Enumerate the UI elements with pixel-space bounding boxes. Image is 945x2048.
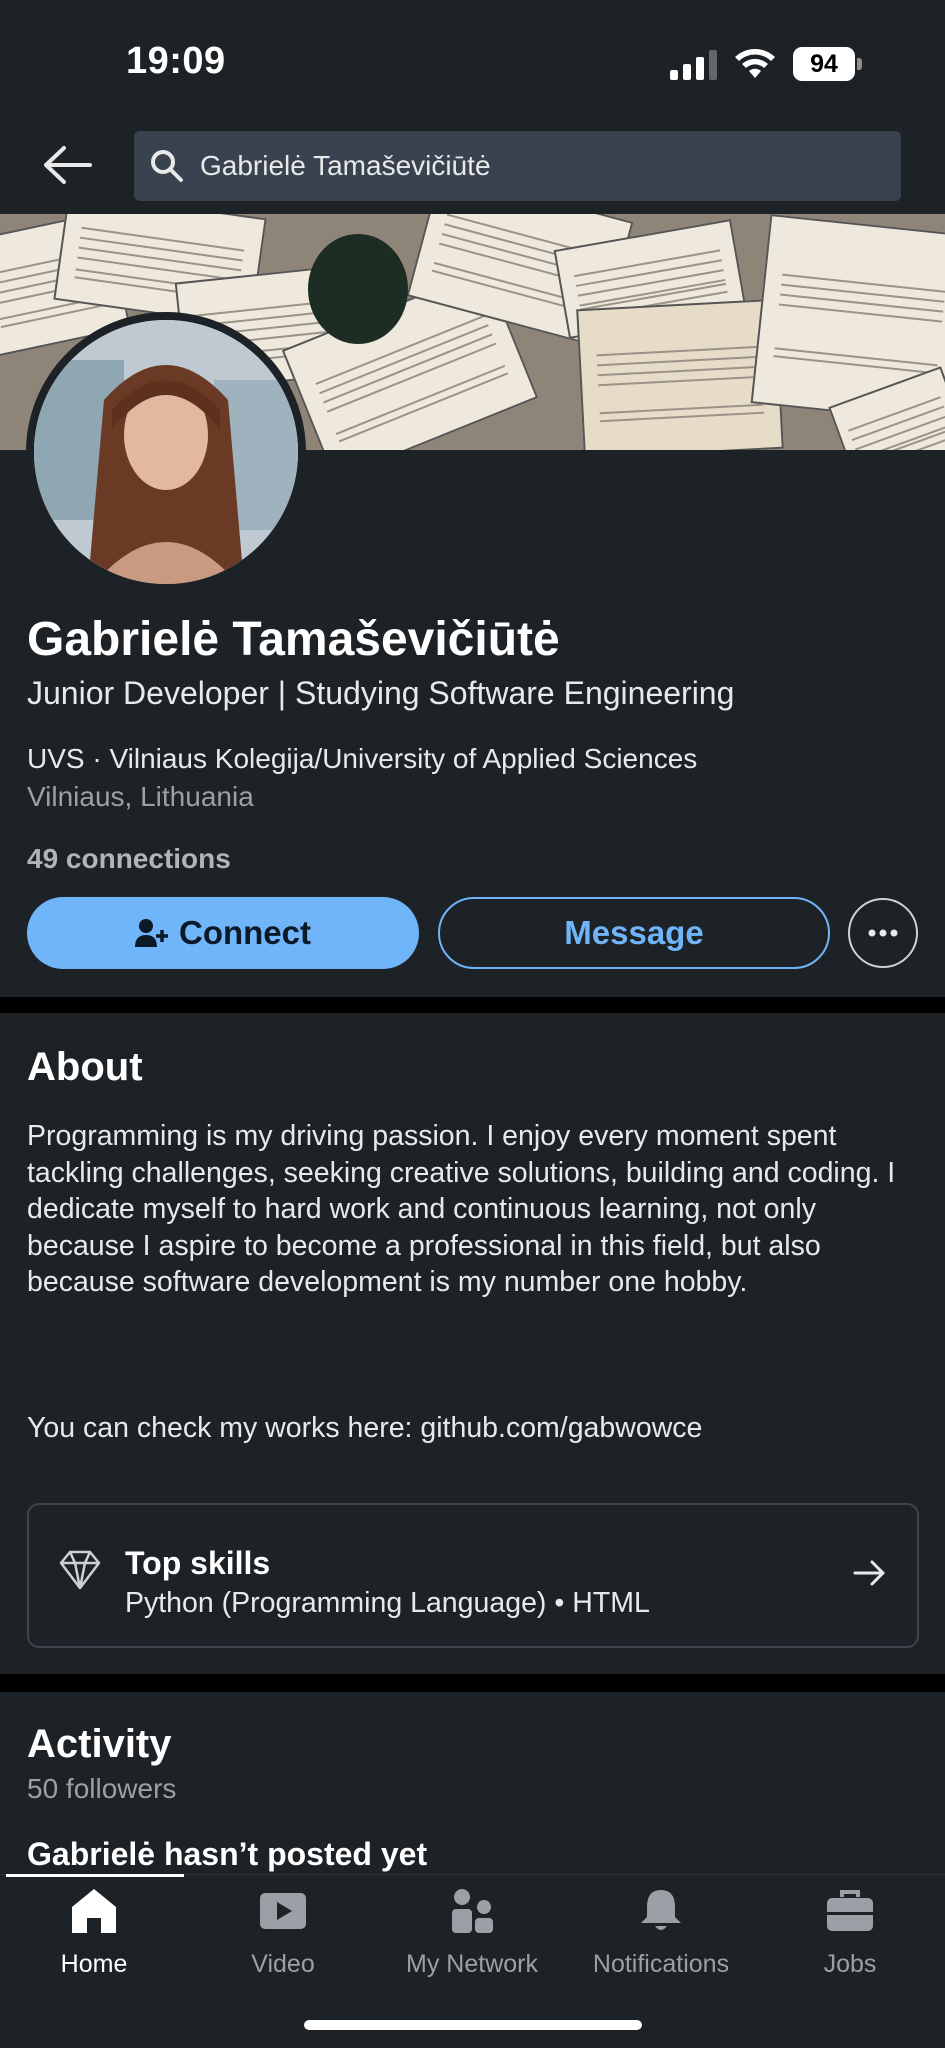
profile-school[interactable]: UVS · Vilniaus Kolegija/University of Ap… xyxy=(27,743,697,775)
avatar-photo xyxy=(34,320,298,584)
message-label: Message xyxy=(564,914,704,951)
connections-count[interactable]: 49 connections xyxy=(27,843,231,875)
search-bar[interactable]: Gabrielė Tamaševičiūtė xyxy=(134,131,901,201)
battery-tip xyxy=(857,58,862,70)
section-divider xyxy=(0,1674,945,1692)
about-text: Programming is my driving passion. I enj… xyxy=(27,1120,896,1298)
nav-my-network[interactable]: My Network xyxy=(382,1887,562,1979)
nav-video-label: Video xyxy=(251,1950,315,1978)
wifi-icon xyxy=(735,49,775,78)
diamond-icon xyxy=(59,1550,101,1590)
briefcase-icon xyxy=(827,1890,873,1931)
more-icon xyxy=(868,929,898,937)
top-skills-list: Python (Programming Language) • HTML xyxy=(125,1587,650,1619)
about-github-line[interactable]: You can check my works here: github.com/… xyxy=(27,1412,702,1445)
avatar[interactable] xyxy=(26,312,306,592)
nav-video[interactable]: Video xyxy=(193,1887,373,1979)
message-button[interactable]: Message xyxy=(438,897,830,969)
active-tab-indicator xyxy=(6,1874,184,1877)
connect-label: Connect xyxy=(179,914,311,951)
connect-button[interactable]: Connect xyxy=(27,897,419,969)
activity-heading: Activity xyxy=(27,1722,172,1766)
nav-notifications-label: Notifications xyxy=(592,1950,730,1978)
about-heading: About xyxy=(27,1045,143,1089)
search-query[interactable]: Gabrielė Tamaševičiūtė xyxy=(200,150,491,182)
followers-count: 50 followers xyxy=(27,1773,177,1804)
nav-home-label: Home xyxy=(60,1950,128,1978)
nav-notifications[interactable]: Notifications xyxy=(571,1887,751,1979)
back-arrow-icon[interactable] xyxy=(38,140,98,190)
home-icon xyxy=(72,1889,116,1933)
home-indicator-bar[interactable] xyxy=(304,2020,642,2030)
top-skills-card[interactable]: Top skills Python (Programming Language)… xyxy=(27,1503,919,1648)
mug-shape xyxy=(308,234,408,344)
network-icon xyxy=(452,1889,493,1933)
cellular-signal-icon xyxy=(670,50,717,80)
arrow-right-icon xyxy=(853,1560,885,1586)
add-person-icon xyxy=(135,919,168,947)
nav-jobs-label: Jobs xyxy=(823,1950,877,1978)
video-icon xyxy=(260,1893,306,1929)
profile-headline: Junior Developer | Studying Software Eng… xyxy=(27,675,735,711)
status-time: 19:09 xyxy=(126,40,226,82)
top-skills-title: Top skills xyxy=(125,1545,271,1581)
battery-level: 94 xyxy=(793,47,855,81)
nav-my-network-label: My Network xyxy=(406,1950,538,1978)
no-posts-message: Gabrielė hasn’t posted yet xyxy=(27,1836,428,1872)
bell-icon xyxy=(641,1890,681,1930)
nav-home[interactable]: Home xyxy=(4,1887,184,1979)
status-bar: 19:09 94 xyxy=(0,0,945,120)
section-divider xyxy=(0,997,945,1013)
more-options-button[interactable] xyxy=(848,898,918,968)
search-icon xyxy=(151,150,183,182)
nav-jobs[interactable]: Jobs xyxy=(760,1887,940,1979)
profile-name: Gabrielė Tamaševičiūtė xyxy=(27,613,560,666)
profile-location: Vilniaus, Lithuania xyxy=(27,781,254,812)
battery-indicator: 94 xyxy=(793,47,863,81)
